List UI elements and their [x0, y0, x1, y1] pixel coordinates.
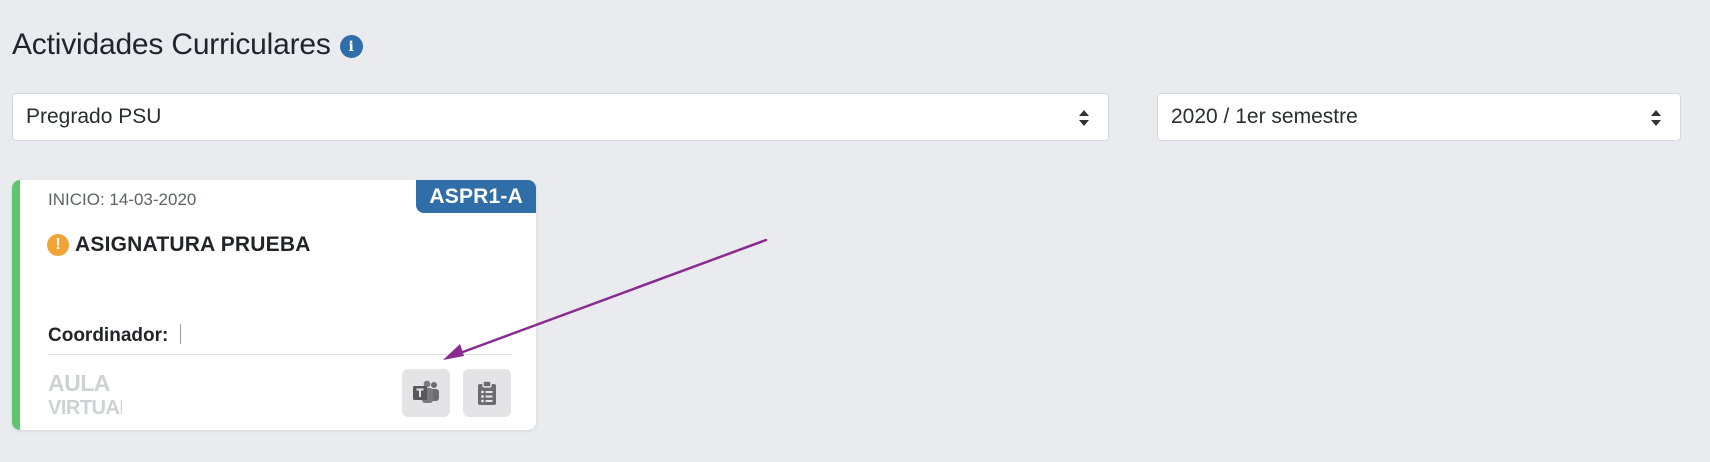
info-icon[interactable]: i — [339, 35, 363, 58]
teams-icon — [413, 380, 439, 403]
course-code-badge: ASPR1-A — [416, 180, 536, 213]
start-date: INICIO: 14-03-2020 — [48, 190, 197, 209]
period-select-value: 2020 / 1er semestre — [1171, 105, 1358, 128]
page-title: Actividades Curriculares — [12, 28, 331, 61]
status-stripe — [12, 180, 20, 430]
sort-caret-icon — [1079, 110, 1089, 126]
program-select-value: Pregrado PSU — [26, 105, 162, 128]
program-select[interactable]: Pregrado PSU — [12, 93, 1109, 141]
aula-logo-line-1: AULA — [48, 370, 110, 396]
coordinator: Coordinador: — [48, 324, 281, 347]
teams-button[interactable] — [402, 369, 450, 417]
coordinator-name-redacted — [179, 324, 281, 344]
period-select[interactable]: 2020 / 1er semestre — [1157, 93, 1681, 141]
course-card[interactable]: ASPR1-A INICIO: 14-03-2020 ! ASIGNATURA … — [12, 180, 536, 430]
course-title-row: ! ASIGNATURA PRUEBA — [47, 233, 311, 257]
warning-icon: ! — [47, 234, 69, 256]
coordinator-label: Coordinador: — [48, 325, 169, 346]
aula-virtual-logo: AULA VIRTUAL — [48, 370, 122, 416]
clipboard-icon — [478, 380, 496, 405]
page-header: Actividades Curriculares i — [12, 28, 363, 62]
aula-logo-line-2: VIRTUAL — [48, 397, 122, 416]
sort-caret-icon — [1651, 110, 1661, 126]
card-divider — [48, 354, 512, 355]
course-name[interactable]: ASIGNATURA PRUEBA — [75, 233, 311, 257]
clipboard-button[interactable] — [463, 369, 511, 417]
